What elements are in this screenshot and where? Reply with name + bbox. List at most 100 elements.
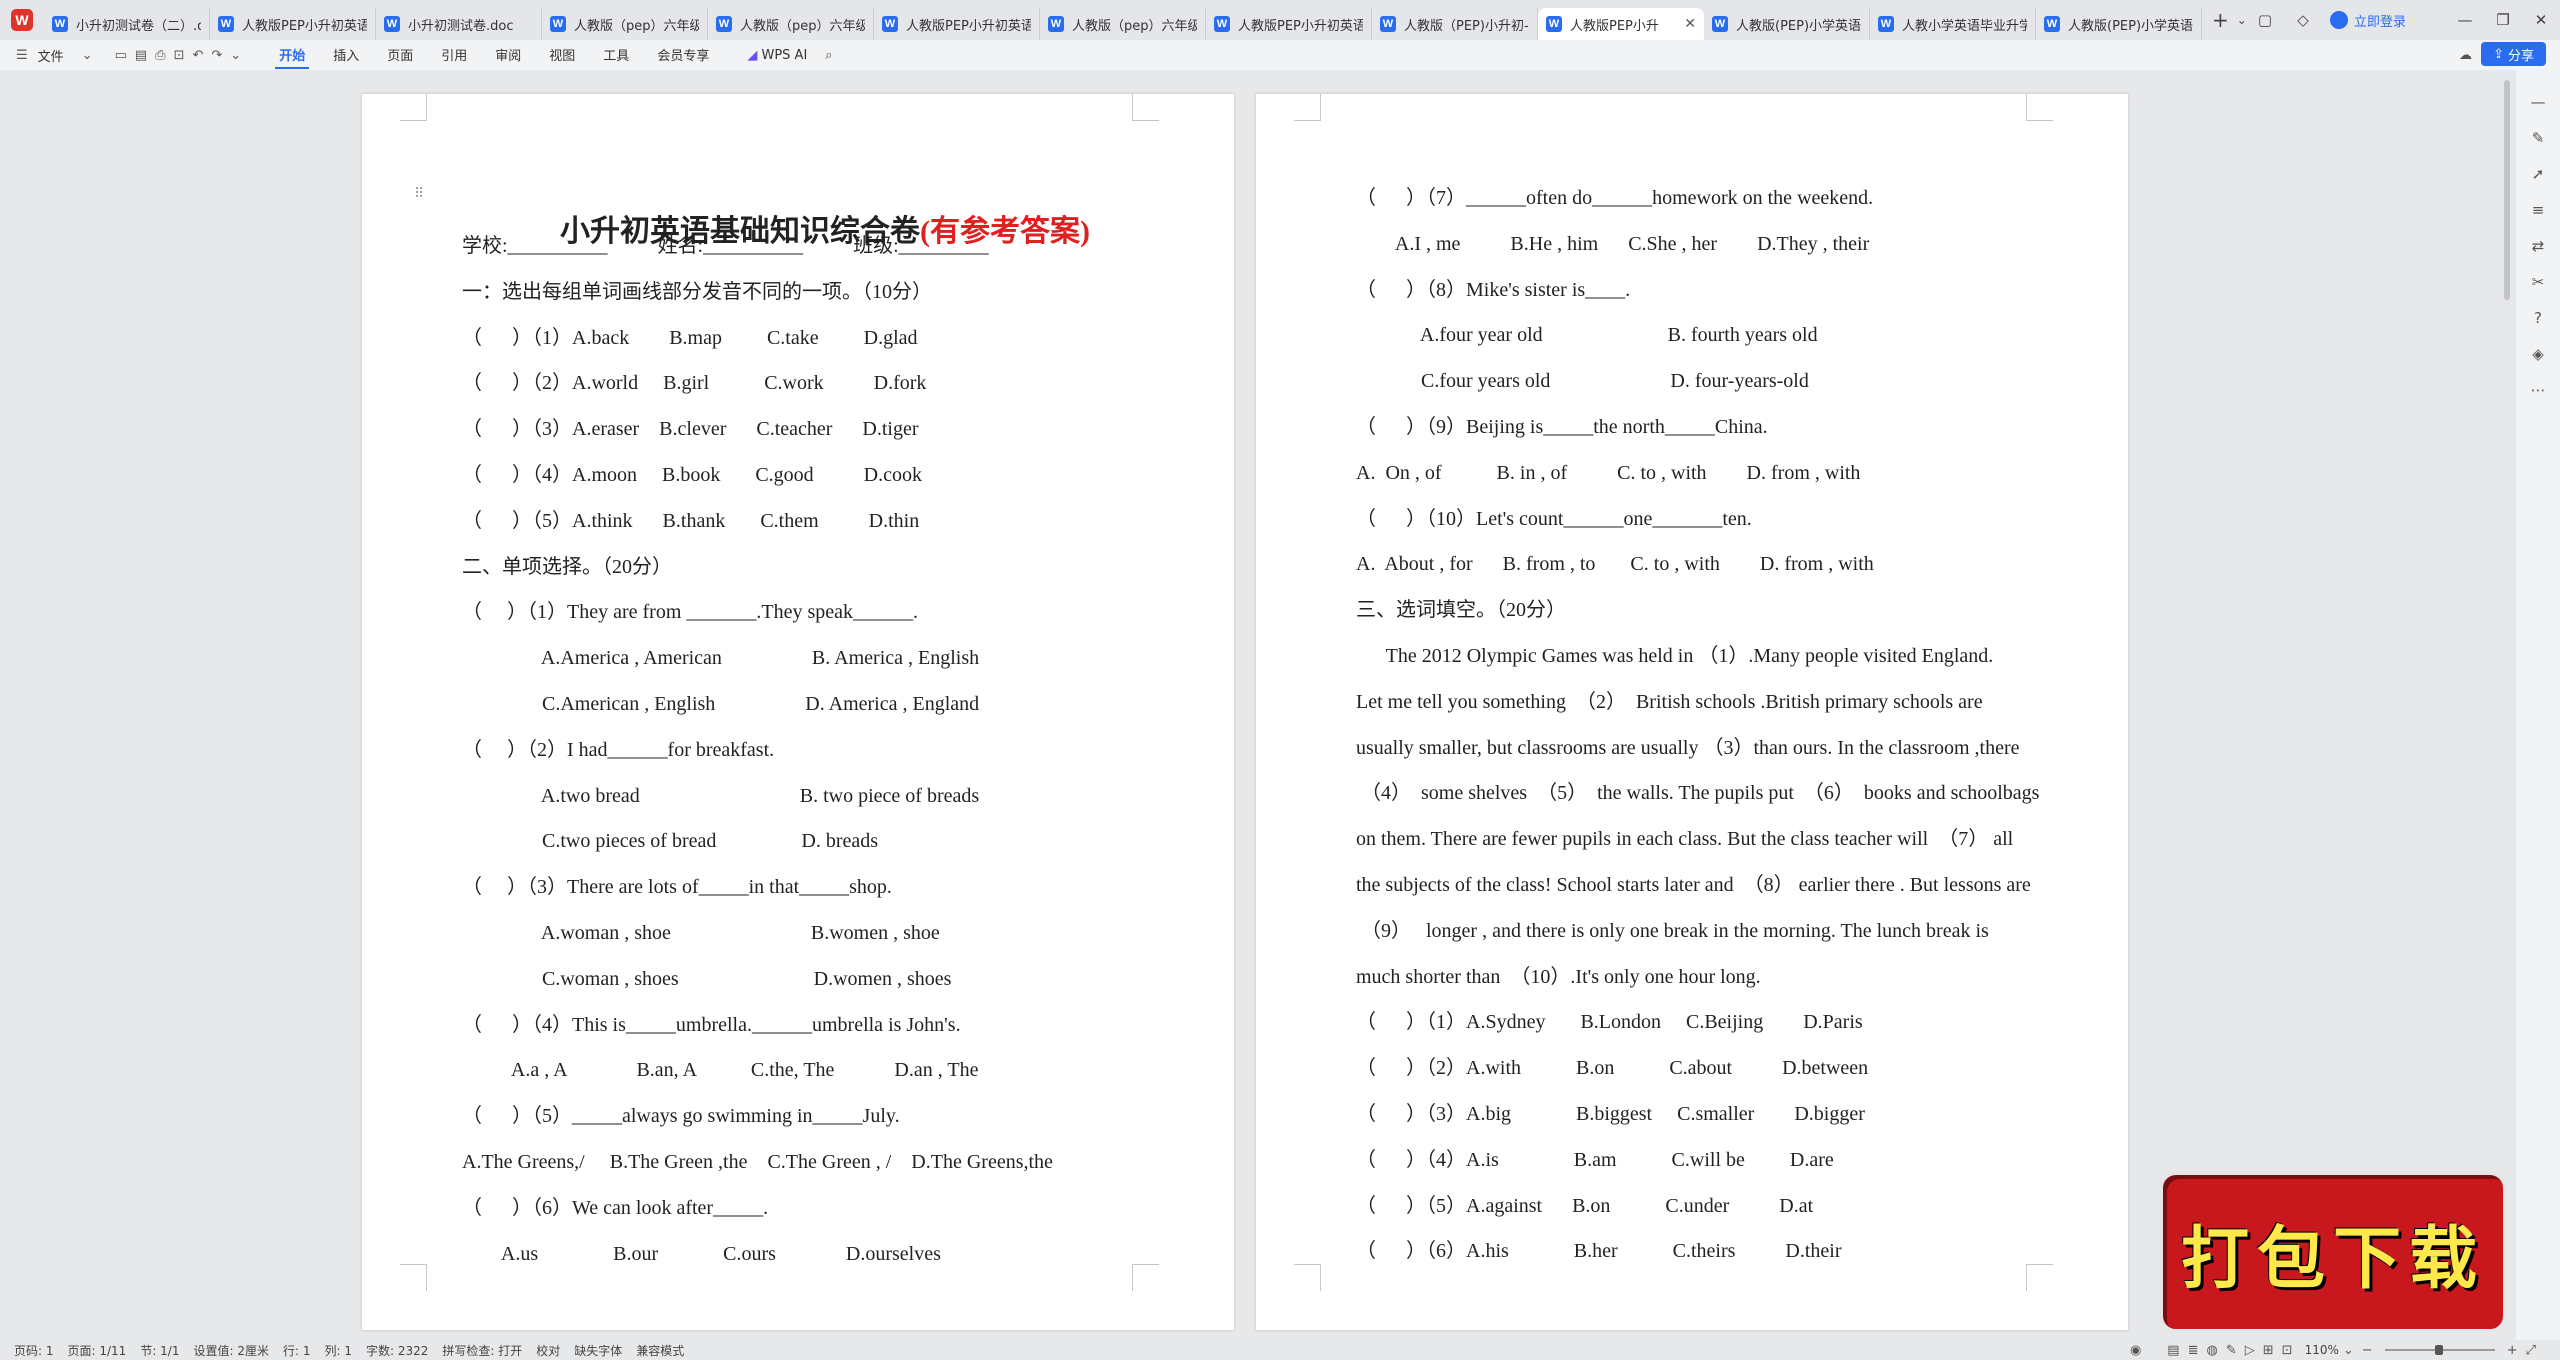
- shirt-icon[interactable]: ◈: [2526, 342, 2550, 366]
- text-line[interactable]: （ ）（6）We can look after_____.: [462, 1196, 768, 1220]
- doc-tab[interactable]: W 人教版（pep）六年级: [708, 8, 874, 40]
- new-tab-button[interactable]: +: [2212, 8, 2229, 32]
- text-line[interactable]: （ ）（3）A.eraser B.clever C.teacher D.tige…: [462, 417, 919, 441]
- text-line[interactable]: （ ）（2）A.world B.girl C.work D.fork: [462, 371, 926, 395]
- menu-tab-item[interactable]: 视图: [545, 42, 579, 69]
- close-window-icon[interactable]: ✕: [2528, 7, 2554, 33]
- text-line[interactable]: C.American , English D. America , Englan…: [462, 692, 979, 716]
- file-chevron-icon[interactable]: ⌄: [82, 48, 93, 63]
- restore-icon[interactable]: ❐: [2490, 7, 2516, 33]
- doc-tab[interactable]: W 人教版(PEP)小学英语: [1704, 8, 1870, 40]
- text-line[interactable]: The 2012 Olympic Games was held in （1）.M…: [1356, 644, 1994, 668]
- skin-icon[interactable]: ◇: [2290, 7, 2316, 33]
- text-line[interactable]: （ ）（4）This is_____umbrella.______umbrell…: [462, 1013, 961, 1037]
- text-line[interactable]: （ ）（8）Mike's sister is____.: [1356, 278, 1630, 302]
- text-line[interactable]: （ ）（5）_____always go swimming in_____Jul…: [462, 1104, 900, 1128]
- menu-tab-item[interactable]: 页面: [383, 42, 417, 69]
- text-line[interactable]: （ ）（4）A.is B.am C.will be D.are: [1356, 1148, 1834, 1172]
- fit-icon[interactable]: ⊞: [2263, 1343, 2274, 1358]
- text-line[interactable]: （ ）（2）I had______for breakfast.: [462, 738, 774, 762]
- text-line[interactable]: （ ）（10）Let's count______one_______ten.: [1356, 507, 1752, 531]
- cloud-sync-icon[interactable]: ☁: [2459, 48, 2472, 63]
- text-line[interactable]: A.The Greens,/ B.The Green ,the C.The Gr…: [462, 1150, 1053, 1174]
- fullscreen-icon[interactable]: ⤢: [2526, 1343, 2536, 1358]
- text-line[interactable]: （ ）（6）A.his B.her C.theirs D.their: [1356, 1239, 1842, 1263]
- print-preview-icon[interactable]: ⊡: [174, 48, 185, 63]
- eye-protect-icon[interactable]: ◉: [2130, 1343, 2141, 1358]
- text-line[interactable]: （ ）（4）A.moon B.book C.good D.cook: [462, 463, 922, 487]
- zoom-slider[interactable]: [2384, 1345, 2495, 1355]
- text-line[interactable]: usually smaller, but classrooms are usua…: [1356, 736, 2020, 760]
- text-line[interactable]: （ ）（9）Beijing is_____the north_____China…: [1356, 415, 1768, 439]
- more-icon[interactable]: ⋯: [2526, 378, 2550, 402]
- text-line[interactable]: on them. There are fewer pupils in each …: [1356, 827, 2013, 851]
- doc-tab[interactable]: W 人教版（pep）六年级: [542, 8, 708, 40]
- doc-tab[interactable]: W 人教版PEP小升初英语: [1206, 8, 1372, 40]
- doc-tab[interactable]: W 小升初测试卷（二）.d: [44, 8, 210, 40]
- doc-tab[interactable]: W 人教小学英语毕业升学: [1870, 8, 2036, 40]
- print-icon[interactable]: ⎙: [155, 48, 165, 63]
- help-icon[interactable]: ?: [2526, 306, 2550, 330]
- text-line[interactable]: 学校:__________ 姓名:__________ 班级:_________: [462, 234, 989, 258]
- text-line[interactable]: A.two bread B. two piece of breads: [462, 784, 979, 808]
- text-line[interactable]: （ ）（5）A.think B.thank C.them D.thin: [462, 509, 919, 533]
- tools-icon[interactable]: ✂: [2526, 270, 2550, 294]
- text-line[interactable]: （9） longer , and there is only one break…: [1356, 919, 1989, 943]
- page-view-icon[interactable]: ▤: [2167, 1343, 2179, 1358]
- doc-tab[interactable]: W 人教版PEP小升 ✕: [1538, 8, 1704, 40]
- text-line[interactable]: A.America , American B. America , Englis…: [462, 646, 979, 670]
- menu-hamburger-icon[interactable]: ☰: [16, 48, 28, 63]
- menu-tab-item[interactable]: 工具: [599, 42, 633, 69]
- adjust-icon[interactable]: ≡: [2526, 198, 2550, 222]
- text-line[interactable]: （ ）（3）There are lots of_____in that_____…: [462, 875, 892, 899]
- text-line[interactable]: A. On , of B. in , of C. to , with D. fr…: [1356, 461, 1860, 485]
- menu-tab-item[interactable]: 会员专享: [653, 42, 713, 69]
- doc-tab[interactable]: W 人教版PEP小升初英语: [210, 8, 376, 40]
- translate-icon[interactable]: ⇄: [2526, 234, 2550, 258]
- text-line[interactable]: （ ）（1）A.back B.map C.take D.glad: [462, 326, 918, 350]
- select-pointer-icon[interactable]: ➚: [2526, 162, 2550, 186]
- text-line[interactable]: C.four years old D. four-years-old: [1356, 369, 1809, 393]
- zoom-out-icon[interactable]: −: [2362, 1343, 2373, 1358]
- wps-logo[interactable]: W: [0, 0, 44, 40]
- zoom-level[interactable]: 110%: [2305, 1343, 2339, 1357]
- export-pdf-icon[interactable]: ▤: [135, 48, 147, 63]
- status-item[interactable]: 兼容模式: [636, 1342, 684, 1359]
- web-view-icon[interactable]: ◍: [2207, 1343, 2218, 1358]
- write-view-icon[interactable]: ✎: [2226, 1343, 2237, 1358]
- menu-tab-item[interactable]: 开始: [275, 42, 310, 69]
- menu-tab-item[interactable]: 引用: [437, 42, 471, 69]
- zoom-slider-knob[interactable]: [2434, 1345, 2443, 1355]
- zoom-dropdown-icon[interactable]: ⌄: [2343, 1343, 2354, 1358]
- text-line[interactable]: much shorter than （10）.It's only one hou…: [1356, 965, 1761, 989]
- undo-icon[interactable]: ↶: [192, 48, 203, 63]
- text-line[interactable]: A.a , A B.an, A C.the, The D.an , The: [462, 1058, 979, 1082]
- text-line[interactable]: C.woman , shoes D.women , shoes: [462, 967, 951, 991]
- doc-tab[interactable]: W 人教版PEP小升初英语: [874, 8, 1040, 40]
- wps-ai-button[interactable]: ◢ WPS AI: [743, 45, 811, 66]
- text-line[interactable]: （ ）（5）A.against B.on C.under D.at: [1356, 1194, 1813, 1218]
- collapse-icon[interactable]: —: [2526, 90, 2550, 114]
- text-line[interactable]: 二、单项选择。（20分）: [462, 555, 672, 579]
- minimize-icon[interactable]: —: [2452, 7, 2478, 33]
- text-line[interactable]: C.two pieces of bread D. breads: [462, 829, 878, 853]
- text-line[interactable]: （ ）（2）A.with B.on C.about D.between: [1356, 1056, 1868, 1080]
- vertical-scrollbar[interactable]: [2504, 80, 2510, 300]
- doc-tab[interactable]: W 人教版(PEP)小学英语: [2036, 8, 2202, 40]
- text-line[interactable]: the subjects of the class! School starts…: [1356, 873, 2031, 897]
- document-page-2[interactable]: （ ）（7）______often do______homework on th…: [1256, 94, 2128, 1330]
- close-tab-icon[interactable]: ✕: [1680, 16, 1696, 32]
- text-line[interactable]: 一：选出每组单词画线部分发音不同的一项。（10分）: [462, 280, 932, 304]
- text-line[interactable]: A.four year old B. fourth years old: [1356, 323, 1818, 347]
- text-line[interactable]: （ ）（7）______often do______homework on th…: [1356, 186, 1873, 210]
- doc-tab[interactable]: W 人教版（PEP)小升初-: [1372, 8, 1538, 40]
- menu-tab-item[interactable]: 插入: [329, 42, 363, 69]
- document-page-1[interactable]: ⠿ 小升初英语基础知识综合卷(有参考答案) 学校:__________ 姓名:_…: [362, 94, 1234, 1330]
- text-line[interactable]: Let me tell you something （2） British sc…: [1356, 690, 1983, 714]
- edit-pen-icon[interactable]: ✎: [2526, 126, 2550, 150]
- drag-handle-icon[interactable]: ⠿: [414, 186, 424, 203]
- zoom-in-icon[interactable]: +: [2507, 1343, 2518, 1358]
- file-menu[interactable]: 文件: [34, 43, 68, 68]
- doc-tab[interactable]: W 人教版（pep）六年级: [1040, 8, 1206, 40]
- download-promo-badge[interactable]: 打包下载: [2160, 1172, 2506, 1332]
